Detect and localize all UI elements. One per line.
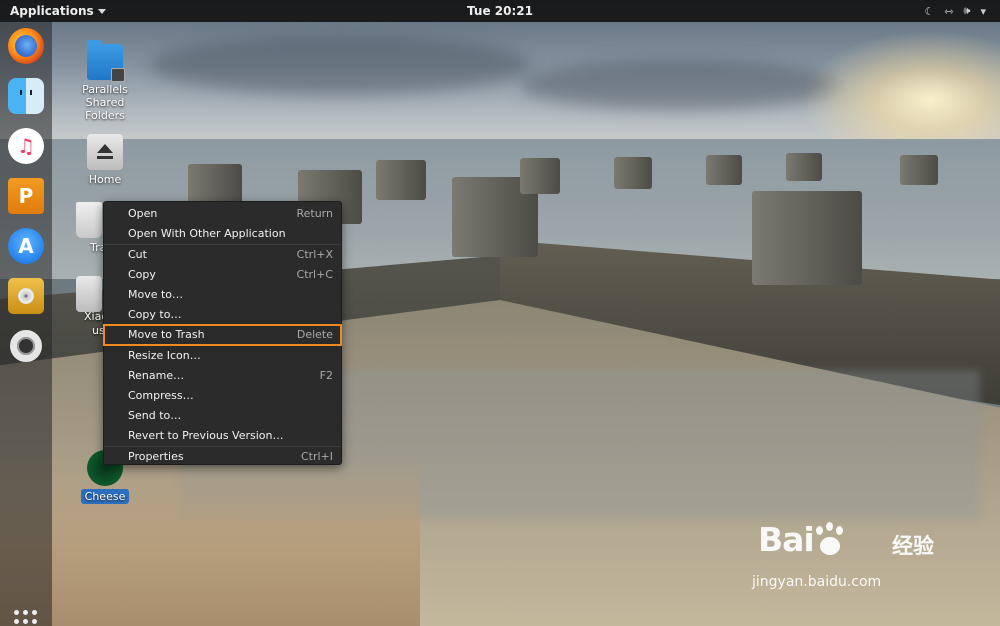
menu-item-copy-to[interactable]: Copy to… xyxy=(104,305,341,325)
itunes-icon[interactable]: ♫ xyxy=(8,128,44,164)
wallpaper-sand xyxy=(0,450,420,626)
menu-item-rename[interactable]: Rename… F2 xyxy=(104,366,341,386)
applications-menu-button[interactable]: Applications xyxy=(10,0,106,22)
night-light-icon[interactable]: ☾ xyxy=(924,5,934,18)
desktop-icon-label: Parallels Shared Folders xyxy=(82,83,128,122)
chevron-down-icon xyxy=(97,9,106,14)
menu-item-label: Open With Other Application xyxy=(128,227,286,240)
menu-item-open[interactable]: Open Return xyxy=(104,204,341,224)
wallpaper-pillar xyxy=(786,153,822,181)
show-applications-button[interactable] xyxy=(14,610,38,626)
volume-icon[interactable]: 🕪 xyxy=(964,4,971,18)
clock-area: Tue 20:21 xyxy=(0,0,1000,22)
shared-folder-icon xyxy=(87,40,125,82)
wallpaper-pillar xyxy=(900,155,938,185)
installer-icon[interactable] xyxy=(8,278,44,314)
menu-item-send-to[interactable]: Send to… xyxy=(104,406,341,426)
firefox-icon[interactable] xyxy=(8,28,44,64)
menu-item-open-with-other-application[interactable]: Open With Other Application xyxy=(104,224,341,244)
wallpaper-pillar xyxy=(188,164,242,206)
menu-item-label: Open xyxy=(128,207,158,220)
wallpaper-pillar xyxy=(376,160,426,200)
desktop-icon-home[interactable]: Home xyxy=(75,134,135,186)
menu-item-move-to-trash[interactable]: Move to Trash Delete xyxy=(103,324,342,346)
menu-item-shortcut: Ctrl+C xyxy=(296,268,333,281)
desktop-icon-label: Cheese xyxy=(80,489,130,504)
menu-item-label: Rename… xyxy=(128,369,185,382)
lifebuoy-icon[interactable] xyxy=(8,328,44,364)
menu-item-label: Copy xyxy=(128,268,156,281)
app-store-icon[interactable]: A xyxy=(8,228,44,264)
menu-item-move-to[interactable]: Move to… xyxy=(104,285,341,305)
menu-item-label: Copy to… xyxy=(128,308,182,321)
menu-item-shortcut: Delete xyxy=(296,328,333,341)
finder-icon[interactable] xyxy=(8,78,44,114)
menu-item-shortcut: Ctrl+X xyxy=(296,248,333,261)
system-tray[interactable]: ☾ ⇿ 🕪 ▾ xyxy=(924,0,986,22)
menu-item-resize-icon[interactable]: Resize Icon… xyxy=(104,346,341,366)
wallpaper-cloud xyxy=(520,60,840,110)
parallels-icon[interactable]: P xyxy=(8,178,44,214)
applications-menu-label: Applications xyxy=(10,4,94,18)
wallpaper-cloud xyxy=(150,35,530,95)
menu-item-revert-to-previous-version[interactable]: Revert to Previous Version… xyxy=(104,426,341,446)
menu-item-label: Resize Icon… xyxy=(128,349,201,362)
context-menu: Open Return Open With Other Application Cut… xyxy=(103,201,342,465)
wallpaper-pillar xyxy=(706,155,742,185)
menu-item-label: Send to… xyxy=(128,409,182,422)
network-icon[interactable]: ⇿ xyxy=(944,5,953,18)
desktop-icon-shared-folders[interactable]: Parallels Shared Folders xyxy=(75,40,135,122)
menu-item-copy[interactable]: Copy Ctrl+C xyxy=(104,265,341,285)
menu-item-label: Cut xyxy=(128,248,147,261)
menu-item-label: Compress… xyxy=(128,389,194,402)
menu-item-shortcut: F2 xyxy=(319,369,333,382)
wallpaper-pillar xyxy=(614,157,652,189)
menu-item-label: Properties xyxy=(128,450,184,463)
menu-item-label: Move to Trash xyxy=(128,328,205,341)
home-icon xyxy=(87,134,123,170)
power-icon[interactable]: ▾ xyxy=(980,5,986,18)
desktop-icon-label: Home xyxy=(88,173,122,186)
menu-item-shortcut: Return xyxy=(296,207,333,220)
desktop-icon-trash[interactable] xyxy=(75,202,103,241)
trash-icon xyxy=(76,202,102,238)
menu-item-label: Move to… xyxy=(128,288,184,301)
menu-item-compress[interactable]: Compress… xyxy=(104,386,341,406)
menu-item-properties[interactable]: Properties Ctrl+I xyxy=(104,447,341,467)
wallpaper-pillar xyxy=(752,191,862,285)
wallpaper-pillar xyxy=(520,158,560,194)
top-bar: Applications Tue 20:21 ☾ ⇿ 🕪 ▾ xyxy=(0,0,1000,22)
menu-item-cut[interactable]: Cut Ctrl+X xyxy=(104,245,341,265)
menu-item-label: Revert to Previous Version… xyxy=(128,429,284,442)
menu-item-shortcut: Ctrl+I xyxy=(300,450,333,463)
user-folder-icon xyxy=(76,276,102,312)
dock: ♫ P A xyxy=(0,22,52,626)
clock-button[interactable]: Tue 20:21 xyxy=(467,4,533,18)
